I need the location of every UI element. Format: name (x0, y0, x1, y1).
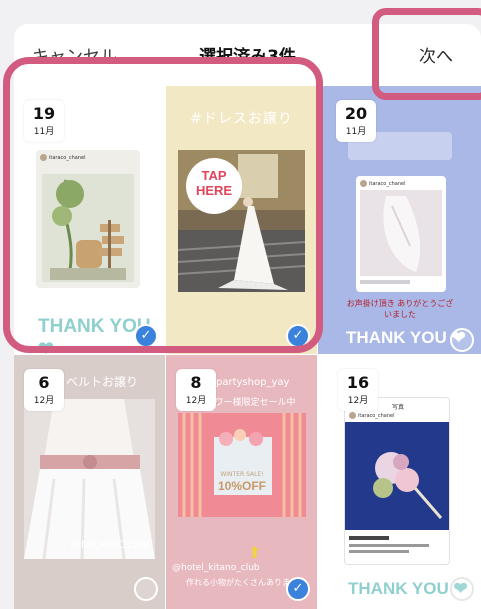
date-badge: 16 12月 (338, 369, 378, 411)
date-day: 16 (346, 373, 370, 392)
account-tag: partyshop_yay (216, 377, 290, 388)
date-day: 19 (32, 104, 56, 123)
instagram-post-thumbnail: itaraco_chanel (356, 176, 446, 292)
story-note: お声掛け頂き ありがとうございました (346, 299, 454, 319)
date-badge: 20 11月 (336, 100, 376, 142)
thank-you-caption: THANK YOU ❤ (346, 328, 466, 347)
instagram-screen-thumbnail: 写真 itaraco_chanel (344, 397, 450, 565)
story-heading: ュベルトお譲り (54, 375, 139, 389)
date-day: 6 (38, 373, 50, 392)
date-month: 12月 (185, 396, 207, 406)
selected-check-icon[interactable]: ✓ (134, 324, 158, 348)
page-title: 選択済み3件 (199, 47, 296, 67)
sale-poster-photo (178, 413, 306, 517)
unselected-circle-icon[interactable] (134, 577, 158, 601)
poster-title: WINTER SALE! (220, 471, 264, 478)
selected-check-icon[interactable]: ✓ (286, 324, 310, 348)
selected-check-icon[interactable]: ✓ (286, 577, 310, 601)
date-month: 12月 (33, 396, 55, 406)
date-badge: 19 11月 (24, 100, 64, 142)
next-button[interactable]: 次へ (419, 42, 453, 67)
nav-bar: キャンセル 選択済み3件 次へ (14, 24, 481, 86)
watermark-text: @MILKWO1104 (70, 539, 150, 551)
promo-note: 作れる小物がたくさんあります (186, 578, 298, 587)
dress-closeup-photo (360, 190, 442, 284)
story-tile-5[interactable]: partyshop_yay フォロワー様限定セール中 WINTER SALE! … (166, 355, 317, 609)
date-month: 12月 (347, 396, 369, 406)
date-month: 11月 (33, 127, 55, 137)
instagram-post-thumbnail: itaraco_chanel (36, 150, 140, 288)
tap-here-badge[interactable]: TAP HERE (186, 158, 242, 214)
poster-discount: 10%OFF (217, 479, 266, 493)
story-heading: #ドレスお譲り (190, 111, 293, 127)
bouquet-photo (345, 422, 449, 553)
hotel-tag: @hotel_kitano_club (172, 563, 260, 573)
unselected-circle-icon[interactable] (450, 577, 474, 601)
date-badge: 8 12月 (176, 369, 216, 411)
story-tile-1[interactable]: itaraco_chanel THANK YOU ❤ 19 11月 ✓ (14, 86, 165, 354)
unselected-circle-icon[interactable] (450, 328, 474, 352)
picker-sheet: キャンセル 選択済み3件 次へ itaraco_chanel THANK YOU… (14, 24, 481, 609)
date-badge: 6 12月 (24, 369, 64, 411)
date-month: 11月 (345, 127, 367, 137)
date-day: 8 (190, 373, 202, 392)
dress-sash-photo (24, 399, 155, 559)
story-tile-2[interactable]: #ドレスお譲り TAP HERE ✓ (166, 86, 317, 354)
plant-photo (42, 174, 134, 282)
story-tile-4[interactable]: ュベルトお譲り @MILKWO1104 6 12月 (14, 355, 165, 609)
date-day: 20 (344, 104, 368, 123)
arrow-up-icon: ⬆ (248, 543, 262, 562)
story-tile-3[interactable]: itaraco_chanel お声掛け頂き ありがとうございました THANK … (318, 86, 481, 354)
story-tile-6[interactable]: 写真 itaraco_chanel THANK YOU ❤ 16 12月 (318, 355, 481, 609)
